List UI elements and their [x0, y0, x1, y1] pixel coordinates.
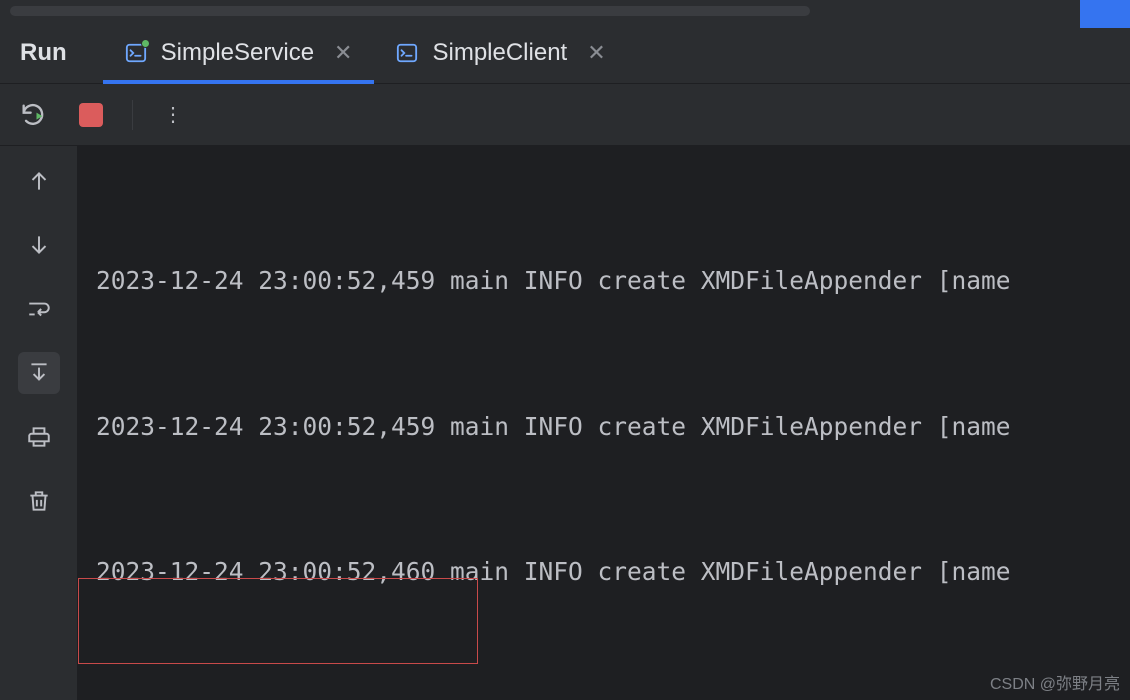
stop-icon — [79, 103, 103, 127]
tab-simpleclient[interactable]: SimpleClient ✕ — [374, 22, 627, 84]
close-icon[interactable]: ✕ — [587, 40, 605, 66]
run-tab-row: Run SimpleService ✕ SimpleClient ✕ — [0, 22, 1130, 84]
tab-title: SimpleClient — [432, 39, 567, 67]
soft-wrap-button[interactable] — [18, 288, 60, 330]
print-button[interactable] — [18, 416, 60, 458]
toolbar-separator — [132, 100, 133, 130]
scroll-down-button[interactable] — [18, 224, 60, 266]
vertical-dots-icon: ⋮ — [163, 102, 185, 127]
terminal-icon — [125, 42, 147, 64]
log-line: 2023-12-24 23:00:52,459 main INFO create… — [96, 257, 1130, 306]
top-scrollbar-area: 27 — [0, 0, 1130, 22]
run-toolbar: ⋮ — [0, 84, 1130, 146]
window-accent — [1080, 0, 1130, 28]
horizontal-scrollbar[interactable] — [10, 6, 810, 16]
console-body: 2023-12-24 23:00:52,459 main INFO create… — [0, 146, 1130, 700]
run-panel-label: Run — [20, 39, 67, 67]
scroll-to-end-button[interactable] — [18, 352, 60, 394]
watermark: CSDN @弥野月亮 — [990, 670, 1120, 694]
delete-button[interactable] — [18, 480, 60, 522]
console-gutter — [0, 146, 78, 700]
running-indicator-dot — [141, 39, 150, 48]
log-line: 2023-12-24 23:00:52,460 main INFO create… — [96, 548, 1130, 597]
scroll-up-button[interactable] — [18, 160, 60, 202]
console-output[interactable]: 2023-12-24 23:00:52,459 main INFO create… — [78, 146, 1130, 700]
rerun-button[interactable] — [16, 98, 50, 132]
log-line: 2023-12-24 23:00:52,461 main INFO create… — [96, 694, 1130, 700]
close-icon[interactable]: ✕ — [334, 40, 352, 66]
stop-button[interactable] — [74, 98, 108, 132]
log-line: 2023-12-24 23:00:52,459 main INFO create… — [96, 403, 1130, 452]
terminal-icon — [396, 42, 418, 64]
tab-title: SimpleService — [161, 39, 314, 67]
more-actions-button[interactable]: ⋮ — [157, 98, 191, 132]
tab-simpleservice[interactable]: SimpleService ✕ — [103, 22, 375, 84]
